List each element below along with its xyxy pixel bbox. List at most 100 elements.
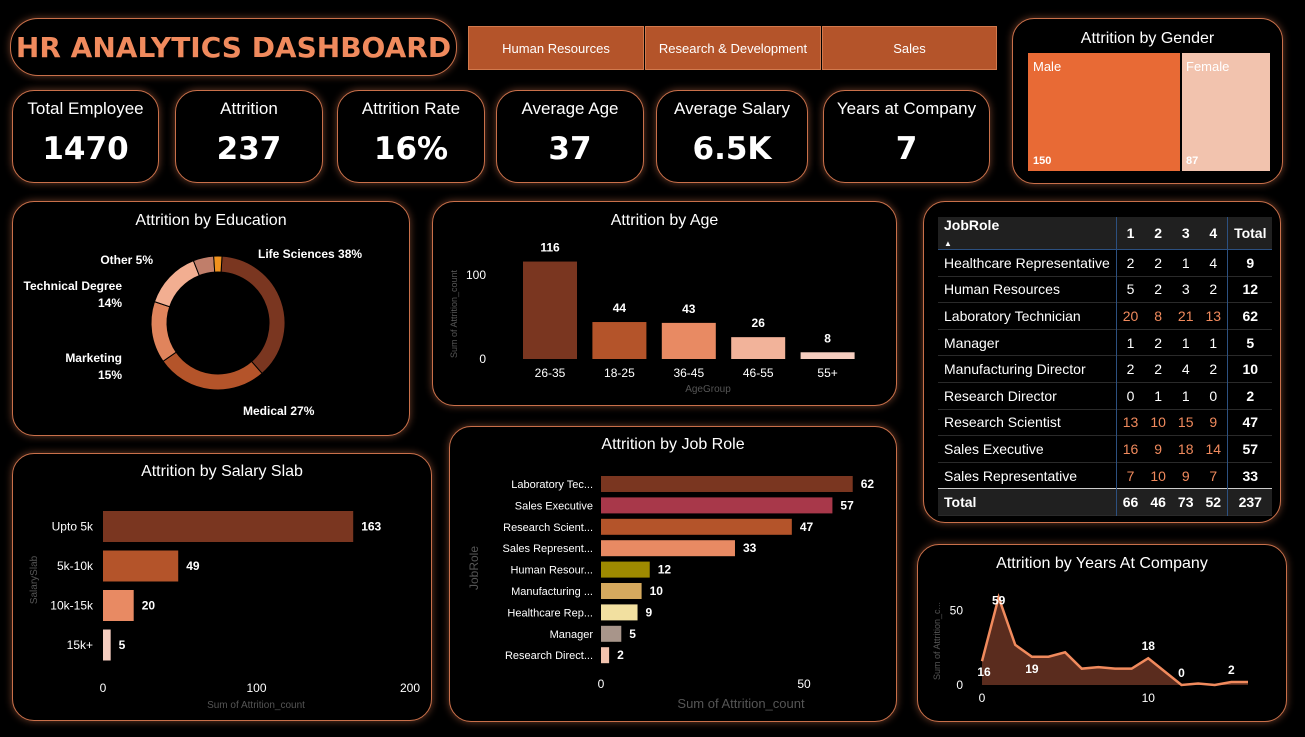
jobrole-bar[interactable] (601, 540, 735, 557)
bar-data-label: 47 (800, 520, 814, 534)
treemap-male[interactable]: Male 150 (1028, 53, 1180, 171)
matrix-cell: 0 (1126, 387, 1135, 404)
salary-bar[interactable] (103, 629, 111, 661)
x-tick-label: 46-55 (743, 366, 774, 380)
jobrole-matrix-table: JobRole ▲ 1 2 3 4 Total Healthcare Repres… (938, 217, 1273, 516)
matrix-cell: 18 (1177, 440, 1194, 457)
area-data-label: 16 (977, 665, 991, 679)
jobrole-bar[interactable] (601, 497, 833, 514)
kpi-attrition: Attrition 237 (175, 90, 323, 183)
matrix-cell-total: 9 (1227, 249, 1273, 277)
age-bar[interactable] (731, 337, 786, 359)
matrix-row[interactable]: Manager 1 2 1 1 5 (938, 329, 1273, 356)
treemap-female[interactable]: Female 87 (1182, 53, 1270, 171)
jobrole-bar-chart: 62 Laboratory Tec... 57 Sales Executive 47 Re… (467, 476, 875, 711)
salary-bar[interactable] (103, 550, 179, 582)
salary-bar[interactable] (103, 590, 134, 621)
x-tick-label: 36-45 (673, 366, 704, 380)
matrix-cell: 10 (1150, 414, 1166, 431)
matrix-cell: 2 (1126, 254, 1135, 271)
jobrole-bar[interactable] (601, 625, 622, 642)
bar-data-label: 8 (824, 331, 831, 345)
x-tick-label: 50 (797, 677, 811, 691)
y-tick-label: 100 (466, 268, 486, 282)
tab-sales[interactable]: Sales (822, 26, 997, 70)
bar-data-label: 57 (840, 498, 854, 512)
donut-label: Marketing (65, 351, 122, 365)
matrix-row[interactable]: Laboratory Technician 20 8 21 13 62 (938, 302, 1273, 330)
matrix-row[interactable]: Research Director 0 1 1 0 2 (938, 382, 1273, 410)
matrix-cell-role: Sales Representative (938, 462, 1117, 489)
matrix-header: 1 (1126, 225, 1135, 241)
kpi-label: Attrition Rate (361, 99, 461, 118)
bar-data-label: 44 (613, 301, 627, 315)
kpi-average-age: Average Age 37 (496, 90, 644, 183)
bar-data-label: 116 (540, 241, 560, 255)
matrix-cell: 4 (1209, 254, 1218, 271)
kpi-value: 16% (373, 131, 449, 167)
matrix-header-jobrole[interactable]: JobRole ▲ (938, 217, 1117, 250)
jobrole-bar[interactable] (601, 561, 650, 578)
salary-bar[interactable] (103, 511, 354, 542)
kpi-label: Average Age (521, 99, 619, 118)
matrix-row[interactable]: Healthcare Representative 2 2 1 4 9 (938, 249, 1273, 277)
gender-treemap: Male 150 Female 87 (1028, 53, 1270, 171)
matrix-cell-role: Manufacturing Director (938, 355, 1117, 383)
matrix-cell: 13 (1122, 414, 1139, 431)
matrix-cell: 2 (1126, 361, 1135, 378)
age-card: Attrition by Age 116 26-35 44 18-25 43 36-45 2… (432, 201, 897, 406)
donut-slice[interactable] (153, 260, 200, 308)
donut-slice[interactable] (150, 301, 177, 363)
matrix-cell-total: 62 (1227, 302, 1273, 330)
age-bar[interactable] (800, 352, 855, 359)
tab-research-development[interactable]: Research & Development (645, 26, 821, 70)
bar-data-label: 163 (361, 520, 381, 534)
age-bar[interactable] (661, 322, 716, 359)
x-tick-label: 0 (979, 691, 986, 705)
matrix-total-row: Total 66 46 73 52 237 (938, 488, 1273, 516)
jobrole-bar[interactable] (601, 518, 792, 535)
donut-slice[interactable] (213, 255, 223, 273)
y-tick-label: Manufacturing ... (511, 586, 593, 598)
page-title: HR ANALYTICS DASHBOARD (15, 31, 452, 64)
x-tick-label: 55+ (817, 366, 837, 380)
matrix-cell: 2 (1154, 361, 1163, 378)
matrix-cell-role: Sales Executive (938, 435, 1117, 463)
jobrole-bar[interactable] (601, 604, 638, 621)
matrix-row[interactable]: Manufacturing Director 2 2 4 2 10 (938, 355, 1273, 383)
jobrole-bar[interactable] (601, 647, 610, 664)
bar-data-label: 33 (743, 541, 757, 555)
matrix-row[interactable]: Sales Executive 16 9 18 14 57 (938, 435, 1273, 463)
matrix-row[interactable]: Research Scientist 13 10 15 9 47 (938, 409, 1273, 436)
jobrole-bar[interactable] (601, 583, 642, 599)
matrix-cell-total: 33 (1227, 462, 1273, 489)
jobrole-bar[interactable] (601, 476, 853, 492)
area-fill[interactable] (982, 597, 1248, 685)
matrix-cell: 8 (1154, 307, 1163, 324)
bar-data-label: 62 (861, 477, 875, 491)
y-tick-label: 15k+ (67, 638, 93, 652)
kpi-value: 237 (216, 131, 282, 167)
donut-label: Technical Degree (24, 279, 123, 293)
matrix-row[interactable]: Sales Representative 7 10 9 7 33 (938, 462, 1273, 489)
salary-card: Attrition by Salary Slab 163 Upto 5k 49 5k-… (12, 453, 432, 721)
kpi-value: 6.5K (692, 131, 772, 167)
matrix-cell: 52 (1199, 488, 1228, 516)
y-tick-label: 0 (956, 678, 963, 692)
age-bar[interactable] (523, 261, 577, 359)
matrix-header: 4 (1209, 225, 1218, 241)
matrix-cell: 13 (1205, 307, 1222, 324)
tab-human-resources[interactable]: Human Resources (468, 26, 644, 70)
matrix-cell: 20 (1122, 307, 1139, 324)
y-tick-label: 5k-10k (57, 559, 94, 573)
donut-slice[interactable] (220, 255, 286, 375)
jobrole-matrix-card: JobRole ▲ 1 2 3 4 Total Healthcare Repres… (923, 201, 1281, 523)
donut-slice[interactable] (162, 351, 263, 391)
bar-data-label: 10 (650, 584, 664, 598)
matrix-row[interactable]: Human Resources 5 2 3 2 12 (938, 276, 1273, 303)
matrix-cell: 73 (1171, 488, 1200, 516)
bar-data-label: 9 (646, 605, 653, 619)
age-bar[interactable] (592, 322, 647, 359)
matrix-cell: 7 (1126, 467, 1135, 484)
sort-ascending-icon[interactable]: ▲ (944, 239, 952, 248)
